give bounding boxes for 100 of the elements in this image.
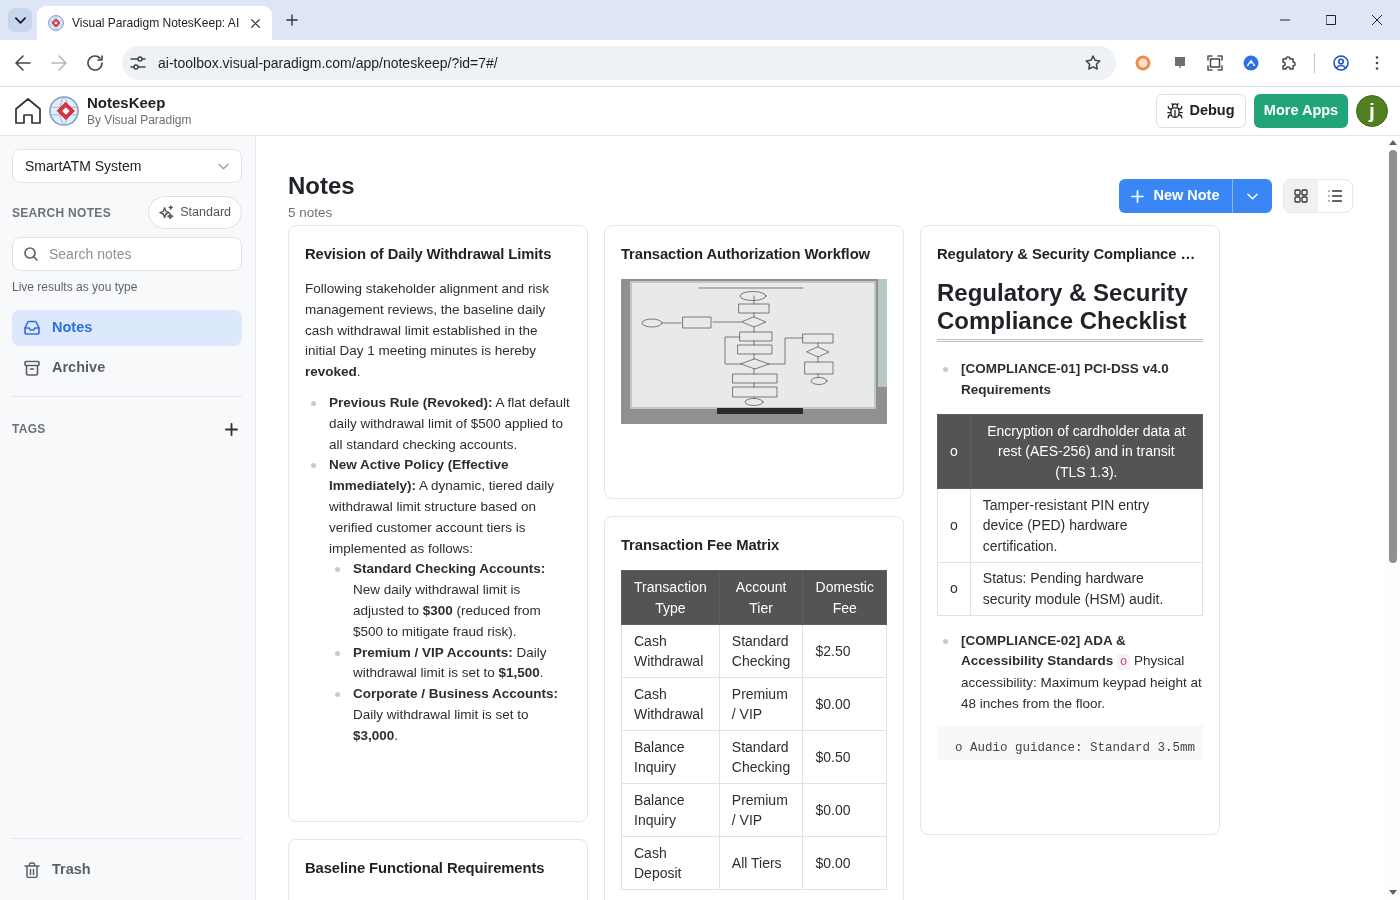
table-cell: Standard Checking [719, 730, 803, 784]
new-note-menu-button[interactable] [1233, 179, 1272, 213]
inbox-icon [24, 320, 40, 336]
note-title: Transaction Authorization Workflow [621, 245, 871, 264]
note-title: Regulatory & Security Compliance … [937, 245, 1197, 264]
note-heading: Regulatory & Security Compliance Checklist [937, 279, 1203, 342]
scrollbar-thumb[interactable] [1389, 150, 1397, 563]
list-item-text: New Active Policy (Effective Immediately): A dynamic, tiered daily withdrawal limit structure based on verified customer account tiers is implemented as follows: [329, 456, 556, 558]
star-icon[interactable] [1085, 55, 1101, 71]
plus-icon [1131, 189, 1145, 203]
tab-search-button[interactable] [8, 8, 32, 32]
bullet-icon [335, 650, 340, 656]
close-icon[interactable] [1372, 15, 1382, 25]
table-cell: o [937, 488, 971, 563]
table-cell: Premium / VIP [719, 677, 803, 731]
bullet-icon [943, 638, 948, 644]
bullet-icon [311, 463, 316, 469]
table-header-cell: Domestic Fee [802, 570, 887, 625]
bullet-icon [335, 567, 340, 573]
bullet-icon [335, 692, 340, 698]
sidebar-nav-item[interactable]: Trash [12, 852, 242, 888]
app-subtitle: By Visual Paradigm [87, 112, 192, 128]
table-cell: Cash Deposit [621, 836, 720, 890]
trash-icon [24, 862, 40, 878]
table-header-cell: Encryption of cardholder data at rest (AES-256) and in transit (TLS 1.3). [970, 414, 1203, 489]
table-cell: All Tiers [719, 836, 803, 890]
table-cell: o [937, 562, 971, 616]
archive-icon [24, 360, 40, 376]
close-icon[interactable] [251, 18, 260, 28]
maximize-icon[interactable] [1326, 15, 1336, 25]
puzzle-icon[interactable] [1280, 55, 1296, 71]
list-item-text: Premium / VIP Accounts: Daily withdrawal limit is set to $1,500. [353, 643, 548, 683]
bullet-icon [943, 367, 948, 372]
chevron-down-icon [1247, 192, 1258, 200]
note-title: Revision of Daily Withdrawal Limits [305, 245, 553, 264]
reload-icon[interactable] [87, 55, 103, 71]
table-cell: $0.00 [802, 783, 887, 837]
section-label: SEARCH NOTES [12, 204, 111, 222]
table-cell: $0.50 [802, 730, 887, 784]
globe-logo-icon [48, 15, 64, 31]
table-cell: Cash Withdrawal [621, 624, 720, 678]
tune-icon[interactable] [130, 55, 146, 71]
page-title: Notes [288, 171, 355, 200]
table-header-cell: Account Tier [719, 570, 803, 625]
note-card[interactable] [604, 516, 904, 900]
scroll-up-arrow-icon[interactable] [1389, 140, 1397, 145]
project-select[interactable]: SmartATM System [12, 149, 242, 183]
address-bar[interactable]: ai-toolbox.visual-paradigm.com/app/noteskeep/?id=7#/ [122, 46, 1116, 80]
note-card[interactable]: Baseline Functional Requirements [288, 838, 588, 900]
home-icon[interactable] [15, 98, 41, 124]
table-cell: Premium / VIP [719, 783, 803, 837]
list-item-text: Standard Checking Accounts: New daily withdrawal limit is adjusted to $300 (reduced from $500 to mitigate fraud risk). [353, 560, 547, 641]
new-tab-icon[interactable] [286, 14, 298, 26]
code-block: o Audio guidance: Standard 3.5mm [937, 725, 1203, 760]
note-title: Transaction Fee Matrix [621, 536, 781, 555]
note-card[interactable] [920, 225, 1220, 835]
table-cell: Standard Checking [719, 624, 803, 678]
table-header-cell: o [937, 414, 971, 489]
chevron-down-icon [218, 162, 229, 170]
crop-frame-icon[interactable] [1207, 55, 1223, 71]
search-icon [24, 247, 38, 261]
table-cell: Cash Withdrawal [621, 677, 720, 731]
note-title: Baseline Functional Requirements [305, 858, 546, 878]
bullet-icon [311, 401, 316, 406]
search-mode-button[interactable]: Standard [148, 196, 242, 229]
grid-view-icon [1294, 189, 1308, 203]
note-card[interactable]: Transaction Authorization Workflow [604, 225, 904, 499]
search-hint: Live results as you type [12, 279, 139, 295]
account-icon[interactable] [1333, 55, 1349, 71]
table-cell: Status: Pending hardware security module (HSM) audit. [970, 562, 1203, 616]
sparkles-icon [159, 205, 175, 220]
chevron-down-icon [14, 16, 26, 24]
list-item-text: [COMPLIANCE-02] ADA & Accessibility Standards o Physical accessibility: Maximum keypad height at 48 inches from the floor. [961, 631, 1203, 713]
list-item-text: [COMPLIANCE-01] PCI-DSS v4.0 Requirements [961, 360, 1170, 399]
list-item-text: Previous Rule (Revoked): A flat default daily withdrawal limit of $500 applied to all standard checking accounts. [329, 394, 571, 454]
user-avatar[interactable]: j [1356, 95, 1388, 127]
back-arrow-icon[interactable] [15, 55, 31, 71]
view-toggle[interactable] [1283, 179, 1353, 213]
search-field[interactable]: Search notes [12, 237, 242, 271]
sidebar-nav-item[interactable]: Archive [12, 350, 242, 386]
note-card[interactable] [288, 225, 588, 822]
note-count: 5 notes [288, 204, 334, 222]
app-title: NotesKeep [87, 94, 167, 112]
table-cell: $2.50 [802, 624, 887, 678]
list-item-text: Corporate / Business Accounts: Daily withdrawal limit is set to $3,000. [353, 685, 560, 745]
section-label: TAGS [12, 421, 46, 438]
table-cell: $0.00 [802, 677, 887, 731]
view-button[interactable] [1284, 180, 1318, 212]
plus-icon[interactable] [225, 422, 238, 436]
sidebar-nav-item[interactable]: Notes [12, 310, 242, 346]
new-note-button[interactable]: New Note [1119, 179, 1233, 213]
table-cell: Balance Inquiry [621, 730, 720, 784]
chat-bubble-icon[interactable] [1172, 55, 1188, 71]
scroll-down-arrow-icon[interactable] [1389, 890, 1397, 895]
note-paragraph: Following stakeholder alignment and risk management reviews, the baseline daily cash withdrawal limit established in the initial Day 1 meeting minutes is hereby revoked. [305, 280, 550, 382]
table-cell: Balance Inquiry [621, 783, 720, 837]
browser-tab[interactable]: Visual Paradigm NotesKeep: AI [37, 6, 272, 40]
globe-logo-icon[interactable] [49, 96, 79, 126]
bug-icon [1167, 103, 1184, 119]
debug-button[interactable]: Debug [1156, 94, 1246, 128]
